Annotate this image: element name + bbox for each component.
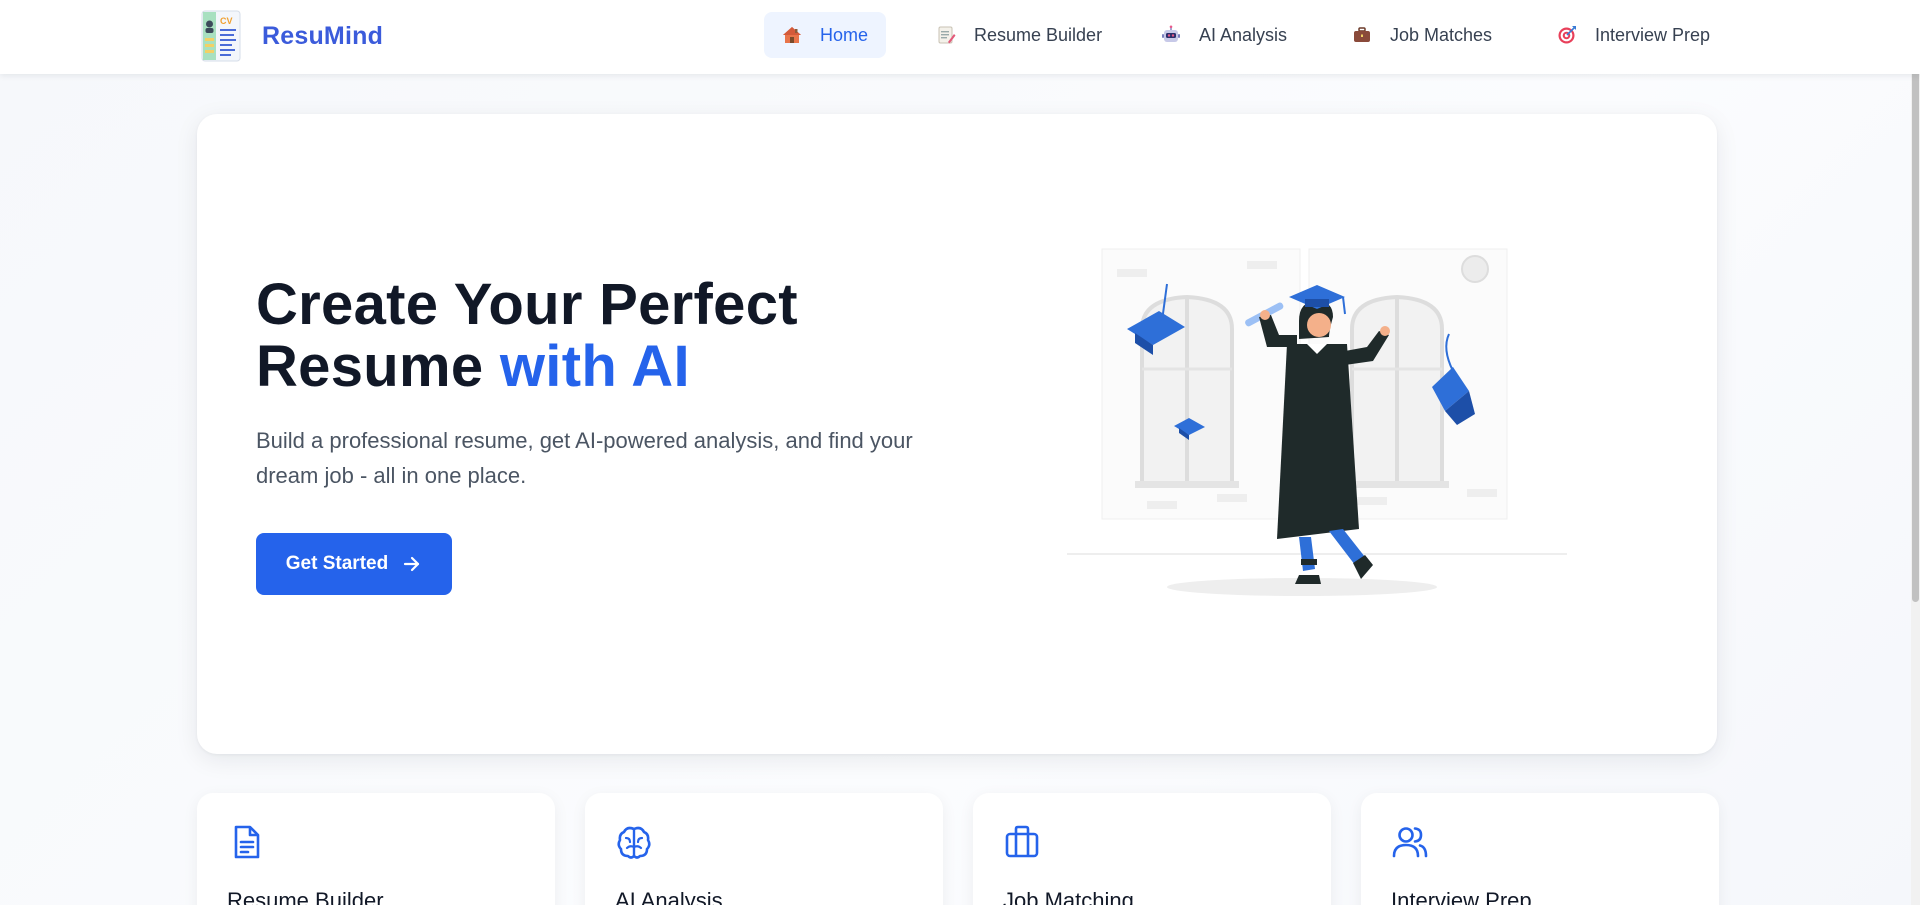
hero-title-accent: with AI [499,334,690,399]
feature-title: AI Analysis [615,888,723,905]
cta-label: Get Started [285,553,389,574]
robot-icon [1162,25,1180,42]
nav-label: Interview Prep [1595,24,1711,45]
brain-icon [617,826,651,859]
nav-item-interview-prep[interactable]: Interview Prep [1539,12,1728,58]
feature-card-ai-analysis[interactable]: AI Analysis [585,793,943,905]
target-icon [1558,26,1576,44]
hero-card: Create Your Perfect Resume with AI Build… [197,114,1717,754]
nav-label: Job Matches [1390,24,1493,45]
nav-item-job-matches[interactable]: Job Matches [1334,12,1510,58]
feature-title: Interview Prep [1391,888,1532,905]
feature-card-interview-prep[interactable]: Interview Prep [1361,793,1719,905]
document-icon [234,825,260,859]
users-icon [1392,827,1428,858]
arrow-right-icon [404,556,420,572]
top-navbar: CV ResuMind Home Resume Builder AI Analy… [0,0,1920,74]
house-icon [783,27,801,43]
feature-card-job-matching[interactable]: Job Matching [973,793,1331,905]
feature-card-resume-builder[interactable]: Resume Builder [197,793,555,905]
nav-label: Resume Builder [974,24,1103,45]
hero-subtitle: Build a professional resume, get AI-powe… [256,428,913,488]
page-scrollbar[interactable] [1911,0,1920,905]
nav-item-resume-builder[interactable]: Resume Builder [918,12,1120,58]
hero-title-line2: Resume [256,334,500,399]
nav-label: AI Analysis [1199,24,1288,45]
get-started-button[interactable]: Get Started [256,533,452,595]
main-nav: Home Resume Builder AI Analysis Job Matc… [0,12,1920,58]
memo-icon [938,26,956,44]
briefcase-icon [1005,825,1039,858]
hero-title-line1: Create Your Perfect [256,272,798,337]
feature-title: Job Matching [1003,888,1134,905]
features-row: Resume Builder AI Analysis Job Matching … [197,793,1719,905]
feature-title: Resume Builder [227,888,384,905]
nav-label: Home [820,24,869,45]
hero-title: Create Your Perfect Resume with AI [256,274,798,398]
nav-item-ai-analysis[interactable]: AI Analysis [1143,12,1305,58]
briefcase-icon [1354,27,1370,42]
graduation-illustration [1067,248,1567,596]
scrollbar-thumb[interactable] [1912,2,1919,602]
nav-item-home[interactable]: Home [764,12,887,58]
